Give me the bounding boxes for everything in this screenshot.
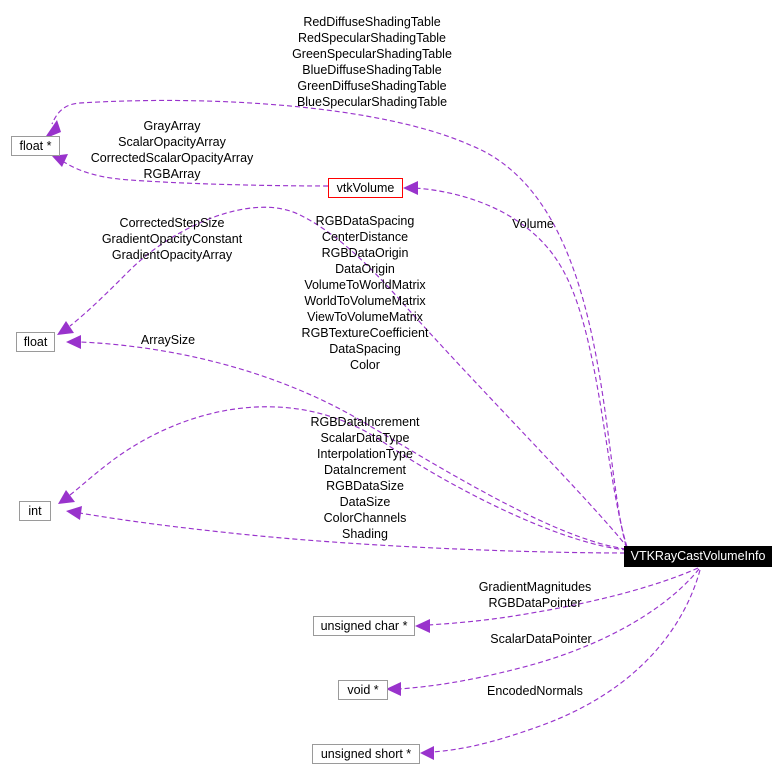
edge-label-line: DataIncrement <box>324 463 406 477</box>
node-float[interactable]: float <box>16 332 55 352</box>
node-void-pointer[interactable]: void * <box>338 680 388 700</box>
edge-label-uchar-fields: GradientMagnitudes RGBDataPointer <box>479 579 592 611</box>
edge-label-line: CorrectedStepSize <box>119 216 225 230</box>
node-float-pointer[interactable]: float * <box>11 136 60 156</box>
node-label: int <box>28 503 42 518</box>
node-int[interactable]: int <box>19 501 51 521</box>
edge-label-line: RGBArray <box>143 167 201 181</box>
edge-label-line: GradientMagnitudes <box>478 580 592 594</box>
edge-focus-to-vtkvolume <box>414 187 628 548</box>
node-label: unsigned short * <box>320 746 412 761</box>
arrowhead-float-arraysize <box>66 335 81 349</box>
edge-label-line: RedSpecularShadingTable <box>297 31 447 45</box>
edge-label-line: RGBDataPointer <box>488 596 582 610</box>
edge-label-line: BlueDiffuseShadingTable <box>302 63 442 77</box>
arrowhead-voidptr <box>386 682 401 696</box>
edge-label-volume: Volume <box>512 216 554 232</box>
edge-label-line: GradientOpacityConstant <box>101 232 243 246</box>
arrowhead-ucharptr <box>415 619 430 633</box>
edge-label-line: ColorChannels <box>323 511 407 525</box>
node-label: unsigned char * <box>320 618 408 633</box>
edge-label-void-fields: ScalarDataPointer <box>490 631 591 647</box>
edge-label-line: WorldToVolumeMatrix <box>304 294 426 308</box>
edge-label-line: RGBDataOrigin <box>321 246 409 260</box>
arrowhead-int-second <box>66 506 82 520</box>
edge-label-line: RGBTextureCoefficient <box>301 326 429 340</box>
edge-label-line: ScalarOpacityArray <box>118 135 226 149</box>
edge-label-line: InterpolationType <box>317 447 413 461</box>
edge-label-line: GreenSpecularShadingTable <box>292 47 452 61</box>
edge-label-line: GradientOpacityArray <box>111 248 233 262</box>
edge-label-float-fields: RGBDataSpacing CenterDistance RGBDataOrigi… <box>302 213 429 373</box>
node-label: VTKRayCastVolumeInfo <box>630 549 766 564</box>
node-vtk-volume[interactable]: vtkVolume <box>328 178 403 198</box>
edge-label-line: Color <box>350 358 380 372</box>
arrowhead-vtkvolume <box>403 181 418 195</box>
edge-label-array-size: ArraySize <box>141 332 195 348</box>
node-label: void * <box>347 682 379 697</box>
node-unsigned-short-pointer[interactable]: unsigned short * <box>312 744 420 764</box>
edge-label-line: VolumeToWorldMatrix <box>304 278 426 292</box>
node-vtkraycastvolumeinfo[interactable]: VTKRayCastVolumeInfo <box>624 546 772 567</box>
edge-label-line: EncodedNormals <box>487 684 583 698</box>
edge-label-line: CorrectedScalarOpacityArray <box>90 151 254 165</box>
edge-label-line: CenterDistance <box>321 230 409 244</box>
edge-label-line: ArraySize <box>140 333 196 347</box>
edge-label-line: Volume <box>512 217 554 231</box>
edge-label-line: DataOrigin <box>335 262 395 276</box>
arrowhead-ushortptr <box>420 746 434 760</box>
edge-label-line: Shading <box>342 527 388 541</box>
arrowhead-int-fields <box>58 490 75 504</box>
edge-label-shading-tables: RedDiffuseShadingTable RedSpecularShading… <box>292 14 452 110</box>
edge-label-line: DataSpacing <box>329 342 401 356</box>
edge-label-line: RGBDataSize <box>326 479 404 493</box>
collaboration-diagram: float * vtkVolume float int VTKRayCastVo… <box>0 0 784 781</box>
edge-label-gradient: CorrectedStepSize GradientOpacityConstant… <box>102 215 242 263</box>
edge-label-line: GrayArray <box>143 119 201 133</box>
edge-label-line: RGBDataIncrement <box>310 415 420 429</box>
edge-label-line: ViewToVolumeMatrix <box>307 310 423 324</box>
edge-label-line: RedDiffuseShadingTable <box>303 15 441 29</box>
edge-label-line: ScalarDataPointer <box>490 632 592 646</box>
edge-label-line: GreenDiffuseShadingTable <box>297 79 447 93</box>
edge-label-int-fields: RGBDataIncrement ScalarDataType Interpolat… <box>310 414 419 542</box>
edge-label-line: BlueSpecularShadingTable <box>296 95 448 109</box>
arrowhead-float-gradient <box>57 321 74 335</box>
node-unsigned-char-pointer[interactable]: unsigned char * <box>313 616 415 636</box>
edge-label-arrays: GrayArray ScalarOpacityArray CorrectedScal… <box>91 118 254 182</box>
edge-label-line: DataSize <box>339 495 391 509</box>
edge-label-ushort-fields: EncodedNormals <box>487 683 583 699</box>
node-label: float * <box>19 138 52 153</box>
edge-label-line: RGBDataSpacing <box>315 214 415 228</box>
node-label: vtkVolume <box>336 180 395 195</box>
edge-label-line: ScalarDataType <box>320 431 410 445</box>
node-label: float <box>23 334 48 349</box>
